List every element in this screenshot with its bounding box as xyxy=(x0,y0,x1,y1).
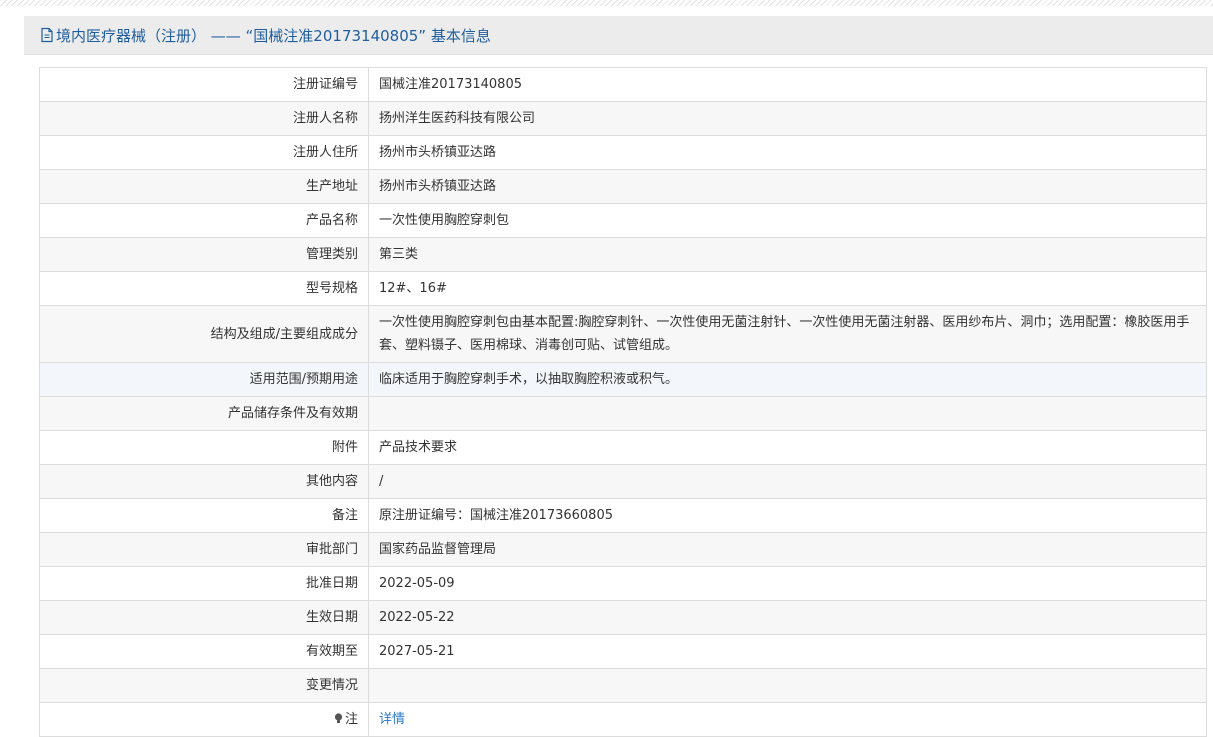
table-row: 其他内容 / xyxy=(39,464,1207,499)
table-row: 注册人名称 扬州洋生医药科技有限公司 xyxy=(39,101,1207,136)
table-row: 适用范围/预期用途 临床适用于胸腔穿刺手术，以抽取胸腔积液或积气。 xyxy=(39,362,1207,397)
row-value: 12#、16# xyxy=(368,271,1207,306)
row-label: 适用范围/预期用途 xyxy=(39,362,369,397)
row-label: 注册人住所 xyxy=(39,135,369,170)
top-stripe xyxy=(0,0,1213,6)
row-label: 注册人名称 xyxy=(39,101,369,136)
table-row: 有效期至 2027-05-21 xyxy=(39,634,1207,669)
row-label: 备注 xyxy=(39,498,369,533)
details-link[interactable]: 详情 xyxy=(379,712,405,727)
note-value-cell: 详情 xyxy=(368,702,1207,737)
row-value: 2022-05-22 xyxy=(368,600,1207,635)
row-value: 第三类 xyxy=(368,237,1207,272)
document-icon xyxy=(40,27,54,43)
table-row: 变更情况 xyxy=(39,668,1207,703)
lightbulb-icon xyxy=(334,710,343,723)
row-value: 一次性使用胸腔穿刺包 xyxy=(368,203,1207,238)
row-value: 国家药品监督管理局 xyxy=(368,532,1207,567)
table-row: 备注 原注册证编号：国械注准20173660805 xyxy=(39,498,1207,533)
row-value: 扬州洋生医药科技有限公司 xyxy=(368,101,1207,136)
table-row: 型号规格 12#、16# xyxy=(39,271,1207,306)
row-label: 生产地址 xyxy=(39,169,369,204)
table-row: 产品储存条件及有效期 xyxy=(39,396,1207,431)
panel-header: 境内医疗器械（注册） —— “国械注准20173140805” 基本信息 xyxy=(24,16,1213,55)
row-value: 扬州市头桥镇亚达路 xyxy=(368,135,1207,170)
info-panel: 境内医疗器械（注册） —— “国械注准20173140805” 基本信息 注册证… xyxy=(24,16,1213,737)
row-value: 产品技术要求 xyxy=(368,430,1207,465)
note-row: 注 详情 xyxy=(39,702,1207,737)
row-label: 产品储存条件及有效期 xyxy=(39,396,369,431)
table-row: 注册证编号 国械注准20173140805 xyxy=(39,67,1207,102)
row-value: 国械注准20173140805 xyxy=(368,67,1207,102)
row-label: 审批部门 xyxy=(39,532,369,567)
row-value: 2027-05-21 xyxy=(368,634,1207,669)
row-label: 其他内容 xyxy=(39,464,369,499)
table-row: 管理类别 第三类 xyxy=(39,237,1207,272)
row-label: 型号规格 xyxy=(39,271,369,306)
row-label: 产品名称 xyxy=(39,203,369,238)
table-row: 生效日期 2022-05-22 xyxy=(39,600,1207,635)
row-value xyxy=(368,396,1207,431)
table-row: 注册人住所 扬州市头桥镇亚达路 xyxy=(39,135,1207,170)
row-value: / xyxy=(368,464,1207,499)
row-label: 变更情况 xyxy=(39,668,369,703)
table-row: 结构及组成/主要组成成分 一次性使用胸腔穿刺包由基本配置:胸腔穿刺针、一次性使用… xyxy=(39,305,1207,363)
row-label: 管理类别 xyxy=(39,237,369,272)
info-table: 注册证编号 国械注准20173140805 注册人名称 扬州洋生医药科技有限公司… xyxy=(39,67,1207,737)
row-label: 有效期至 xyxy=(39,634,369,669)
row-label: 批准日期 xyxy=(39,566,369,601)
row-value: 2022-05-09 xyxy=(368,566,1207,601)
row-value: 原注册证编号：国械注准20173660805 xyxy=(368,498,1207,533)
table-row: 批准日期 2022-05-09 xyxy=(39,566,1207,601)
table-row: 审批部门 国家药品监督管理局 xyxy=(39,532,1207,567)
row-label: 结构及组成/主要组成成分 xyxy=(39,305,369,363)
row-value xyxy=(368,668,1207,703)
note-label: 注 xyxy=(344,711,358,727)
page-title: 境内医疗器械（注册） —— “国械注准20173140805” 基本信息 xyxy=(56,26,491,45)
row-value: 一次性使用胸腔穿刺包由基本配置:胸腔穿刺针、一次性使用无菌注射针、一次性使用无菌… xyxy=(368,305,1207,363)
row-label: 注册证编号 xyxy=(39,67,369,102)
row-label: 附件 xyxy=(39,430,369,465)
table-row: 产品名称 一次性使用胸腔穿刺包 xyxy=(39,203,1207,238)
row-label: 生效日期 xyxy=(39,600,369,635)
row-value: 临床适用于胸腔穿刺手术，以抽取胸腔积液或积气。 xyxy=(368,362,1207,397)
table-row: 附件 产品技术要求 xyxy=(39,430,1207,465)
row-value: 扬州市头桥镇亚达路 xyxy=(368,169,1207,204)
note-label-cell: 注 xyxy=(39,702,369,737)
table-row: 生产地址 扬州市头桥镇亚达路 xyxy=(39,169,1207,204)
